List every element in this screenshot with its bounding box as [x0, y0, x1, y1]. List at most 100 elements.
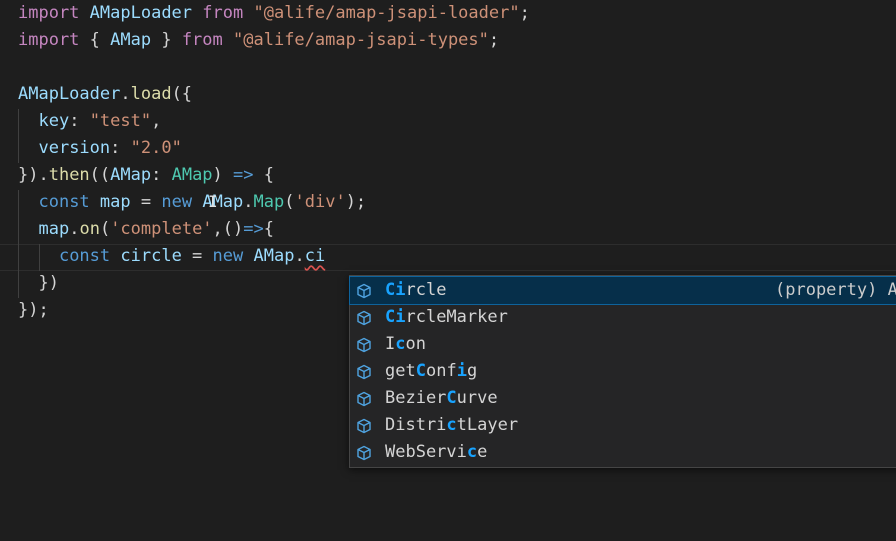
suggestion-item[interactable]: CircleMarker — [350, 304, 896, 331]
label-text: Distri — [385, 415, 447, 435]
match-highlight: c — [466, 442, 478, 462]
suggestion-item[interactable]: Icon — [350, 331, 896, 358]
code-line[interactable]: version: "2.0" — [18, 135, 181, 162]
label-text: get — [385, 361, 416, 381]
code-token: version — [38, 138, 111, 158]
code-token: (( — [89, 165, 111, 185]
cube-property-icon — [357, 418, 371, 434]
text-cursor-icon: I — [208, 192, 218, 211]
suggestion-item[interactable]: DistrictLayer — [350, 412, 896, 439]
code-token: = — [130, 192, 162, 212]
code-token: from — [181, 30, 223, 50]
code-token: const — [58, 246, 111, 266]
code-token: . — [120, 84, 131, 104]
code-line[interactable]: map.on('complete',()=>{ — [18, 216, 274, 243]
suggestion-item[interactable]: WebService — [350, 439, 896, 466]
code-token: }); — [18, 300, 49, 320]
code-token: AMap — [253, 246, 295, 266]
suggestion-label: WebService — [385, 439, 487, 466]
code-token: import — [18, 3, 80, 23]
code-token: { — [263, 219, 274, 239]
code-token: key — [38, 111, 70, 131]
code-line[interactable]: import { AMap } from "@alife/amap-jsapi-… — [18, 27, 499, 54]
code-token: ci — [304, 246, 326, 266]
label-text: I — [385, 334, 396, 354]
code-token: ); — [345, 192, 367, 212]
code-token: import — [18, 30, 80, 50]
code-token: => — [243, 219, 264, 239]
label-text: rcle — [405, 280, 447, 300]
code-token: : — [69, 111, 90, 131]
code-token: ( — [284, 192, 295, 212]
match-highlight: c — [446, 415, 457, 435]
match-highlight: i — [456, 361, 467, 381]
match-highlight: c — [395, 334, 406, 354]
code-token: { — [253, 165, 274, 185]
code-token: from — [202, 3, 244, 23]
code-line[interactable]: }) — [18, 270, 59, 297]
match-highlight: Ci — [385, 307, 406, 327]
code-token: { — [79, 30, 111, 50]
code-token: ) — [212, 165, 234, 185]
code-line[interactable]: }).then((AMap: AMap) => { — [18, 162, 274, 189]
code-token: ({ — [171, 84, 193, 104]
code-token: ; — [519, 3, 530, 23]
code-line[interactable]: }); — [18, 297, 49, 324]
code-line[interactable]: import AMapLoader from "@alife/amap-jsap… — [18, 0, 530, 27]
code-token: AMap — [110, 165, 152, 185]
label-text: tLayer — [456, 415, 519, 435]
code-token: on — [79, 219, 100, 239]
match-highlight: Ci — [385, 280, 406, 300]
code-token: const — [38, 192, 90, 212]
code-token: 'div' — [294, 192, 346, 212]
code-token: load — [130, 84, 172, 104]
code-line[interactable]: const circle = new AMap.ci — [18, 243, 325, 270]
cube-property-icon — [357, 337, 371, 353]
code-token: AMap — [171, 165, 213, 185]
code-token: "@alife/amap-jsapi-loader" — [253, 3, 520, 23]
suggestion-label: DistrictLayer — [385, 412, 518, 439]
code-token: ( — [99, 219, 111, 239]
code-token: circle — [120, 246, 182, 266]
cube-property-icon — [357, 445, 371, 461]
code-token: 'complete' — [110, 219, 213, 239]
code-token: }) — [38, 273, 59, 293]
code-token: AMapLoader — [89, 3, 193, 23]
code-token: = — [181, 246, 213, 266]
code-token: AMap — [110, 30, 152, 50]
code-token: ,() — [212, 219, 244, 239]
label-text: urve — [456, 388, 498, 408]
match-highlight: C — [446, 388, 457, 408]
label-text: g — [466, 361, 478, 381]
autocomplete-suggest-widget[interactable]: Circle(property) AMapICircleMarkerIconge… — [349, 275, 896, 468]
code-token: . — [69, 219, 80, 239]
suggestion-label: Circle — [385, 277, 446, 304]
cube-property-icon — [357, 364, 371, 380]
code-token: new — [161, 192, 193, 212]
code-token: "test" — [89, 111, 152, 131]
code-token: then — [48, 165, 90, 185]
code-line[interactable]: AMapLoader.load({ — [18, 81, 192, 108]
label-text: WebServi — [385, 442, 467, 462]
label-text: rcleMarker — [405, 307, 508, 327]
label-text: onf — [425, 361, 457, 381]
label-text: on — [405, 334, 426, 354]
code-token: : — [110, 138, 131, 158]
code-token: "@alife/amap-jsapi-types" — [233, 30, 489, 50]
suggestion-item[interactable]: Circle (property) AMapI — [349, 276, 896, 305]
code-line[interactable]: const map = new AMap.Map('div'); — [18, 189, 366, 216]
cube-property-icon — [357, 283, 371, 299]
suggestion-item[interactable]: BezierCurve — [350, 385, 896, 412]
code-line[interactable]: key: "test", — [18, 108, 161, 135]
suggestion-label: CircleMarker — [385, 304, 508, 331]
suggestion-item[interactable]: getConfig — [350, 358, 896, 385]
